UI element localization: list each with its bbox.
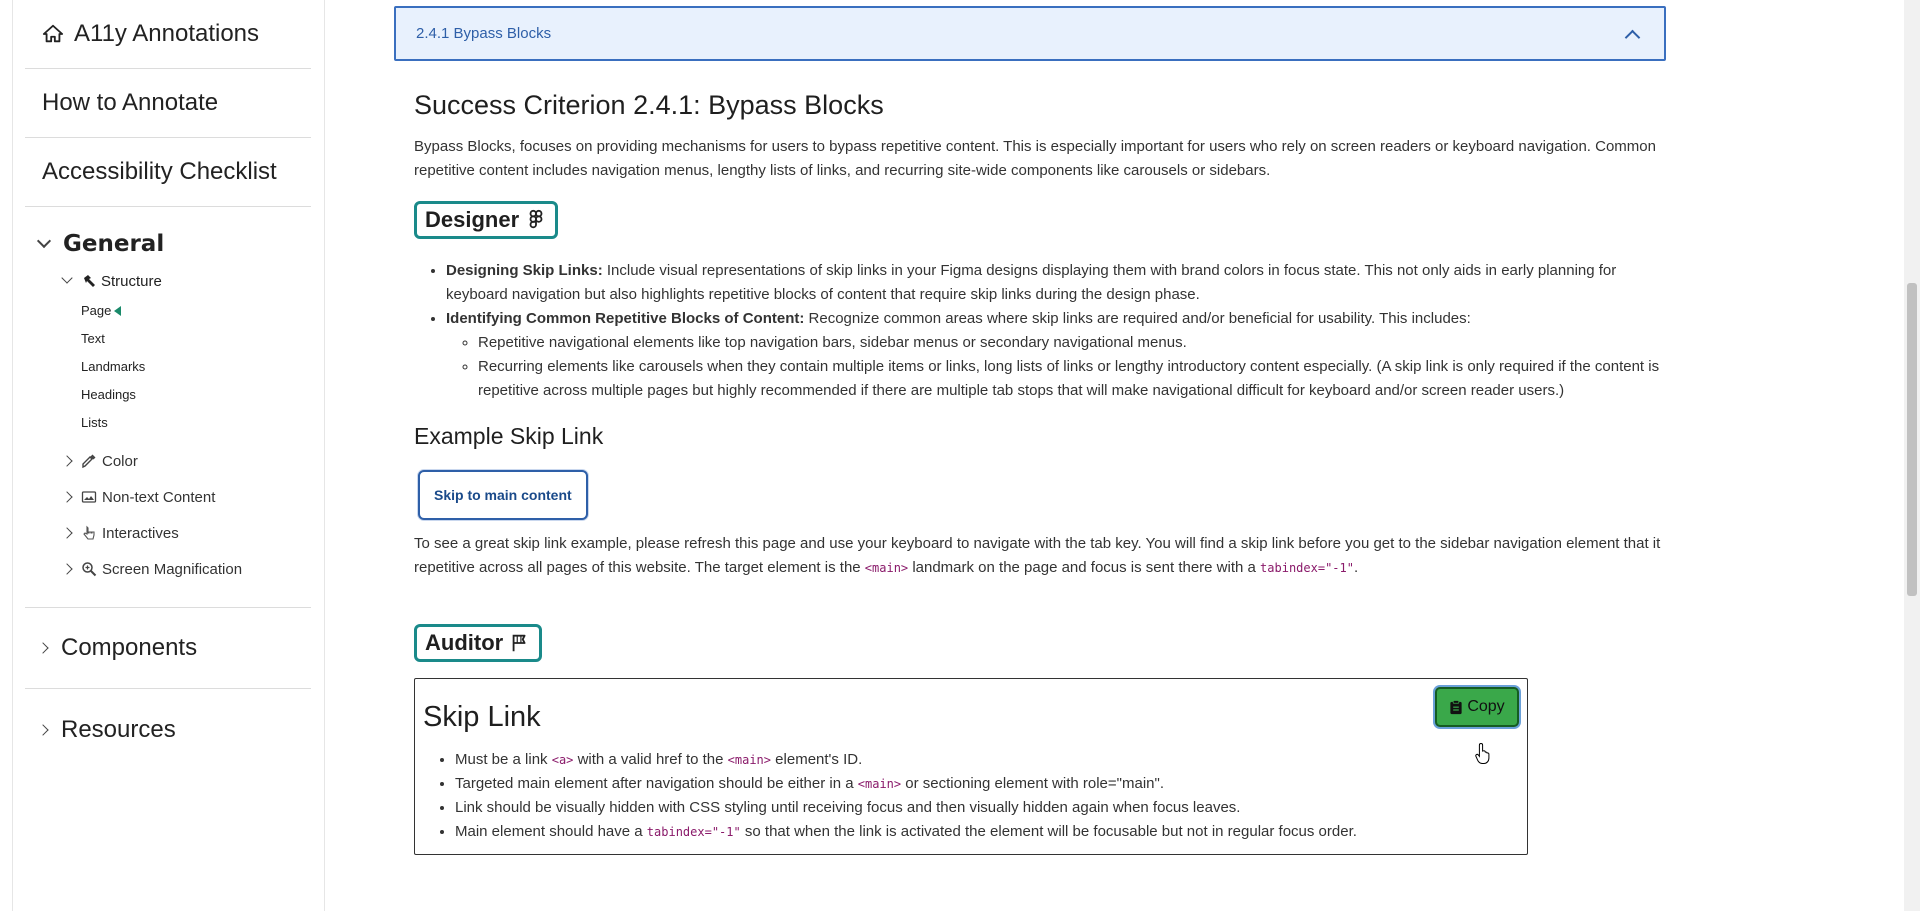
home-link[interactable]: A11y Annotations [25,0,311,69]
list-item: Designing Skip Links: Include visual rep… [446,259,1674,307]
designer-badge: Designer [414,201,559,239]
chevron-right-icon [61,491,73,503]
example-heading: Example Skip Link [414,423,604,449]
skip-link-note: To see a great skip link example, please… [414,535,1661,576]
intro-paragraph: Bypass Blocks, focuses on providing mech… [414,138,1656,179]
chevron-down-icon [36,233,52,249]
interactives-label: Interactives [102,524,179,542]
chevron-right-icon [61,563,73,575]
copy-button[interactable]: Copy [1435,687,1519,727]
sidebar-item-landmarks[interactable]: Landmarks [81,353,311,381]
list-item: Repetitive navigational elements like to… [478,331,1674,355]
list-item: Must be a link <a> with a valid href to … [455,748,1519,772]
image-icon [81,491,97,503]
sidebar: A11y Annotations How to Annotate Accessi… [12,0,325,911]
accessibility-checklist-link[interactable]: Accessibility Checklist [25,138,311,207]
chevron-down-icon [61,272,73,284]
structure-label: Structure [101,272,162,290]
list-item: Targeted main element after navigation s… [455,772,1519,796]
list-item: Main element should have a tabindex="-1"… [455,820,1519,844]
accordion-panel: Success Criterion 2.4.1: Bypass Blocks B… [414,90,1674,855]
auditor-checklist: Must be a link <a> with a valid href to … [423,748,1519,844]
page-title: Success Criterion 2.4.1: Bypass Blocks [414,90,884,120]
general-toggle[interactable]: General [25,227,311,261]
screen-magnification-label: Screen Magnification [102,560,243,578]
sidebar-item-lists[interactable]: Lists [81,409,311,437]
auditor-badge: Auditor [414,624,543,662]
eyedropper-icon [82,454,96,469]
sidebar-item-headings[interactable]: Headings [81,381,311,409]
structure-items: Page Text Landmarks Headings Lists [25,297,311,437]
resources-toggle[interactable]: Resources [25,689,311,770]
list-item: Link should be visually hidden with CSS … [455,796,1519,820]
hand-cursor-icon [1475,742,1490,764]
sidebar-item-page[interactable]: Page [81,297,311,325]
sidebar-item-non-text-content[interactable]: Non-text Content [61,479,311,515]
structure-toggle[interactable]: Structure [25,267,311,295]
designer-sublist: Repetitive navigational elements like to… [446,331,1674,403]
auditor-label: Auditor [425,630,504,655]
color-label: Color [102,452,138,470]
accordion-header-bypass-blocks[interactable]: 2.4.1 Bypass Blocks [394,6,1666,61]
list-item: Identifying Common Repetitive Blocks of … [446,307,1674,403]
copy-label: Copy [1467,698,1505,715]
flag-icon [512,634,526,652]
skip-link-title: Skip Link [423,701,541,733]
home-icon [42,24,64,43]
sidebar-item-color[interactable]: Color [61,443,311,479]
sidebar-item-text[interactable]: Text [81,325,311,353]
figma-icon [529,209,543,229]
chevron-up-icon [1624,29,1641,46]
hammer-icon [84,275,95,287]
chevron-right-icon [61,455,73,467]
sidebar-item-screen-magnification[interactable]: Screen Magnification [61,551,311,587]
chevron-right-icon [37,642,49,654]
scrollbar-thumb[interactable] [1907,283,1917,596]
sidebar-item-interactives[interactable]: Interactives [61,515,311,551]
resources-label: Resources [61,715,176,743]
components-toggle[interactable]: Components [25,608,311,689]
non-text-content-label: Non-text Content [102,488,216,506]
accordion-title: 2.4.1 Bypass Blocks [416,25,552,42]
components-label: Components [61,634,198,661]
general-label: General [63,231,165,257]
designer-list: Designing Skip Links: Include visual rep… [414,259,1674,403]
designer-label: Designer [425,207,520,232]
zoom-icon [82,562,97,577]
clipboard-icon [1450,699,1462,714]
chevron-right-icon [61,527,73,539]
pointer-hand-icon [83,525,95,540]
collapsed-groups: Color Non-text Content Interactives Scre… [25,443,311,587]
chevron-right-icon [37,723,49,736]
current-page-marker-icon [114,306,122,316]
skip-to-main-button[interactable]: Skip to main content [418,470,588,520]
general-section: General Structure Page Text Landmarks He… [25,207,311,608]
skip-link-checklist-box: Skip Link Copy Must be a link <a> with a… [414,678,1528,855]
home-label: A11y Annotations [74,20,260,47]
list-item: Recurring elements like carousels when t… [478,355,1674,403]
how-to-annotate-link[interactable]: How to Annotate [25,69,311,138]
page-scrollbar[interactable] [1904,0,1920,911]
